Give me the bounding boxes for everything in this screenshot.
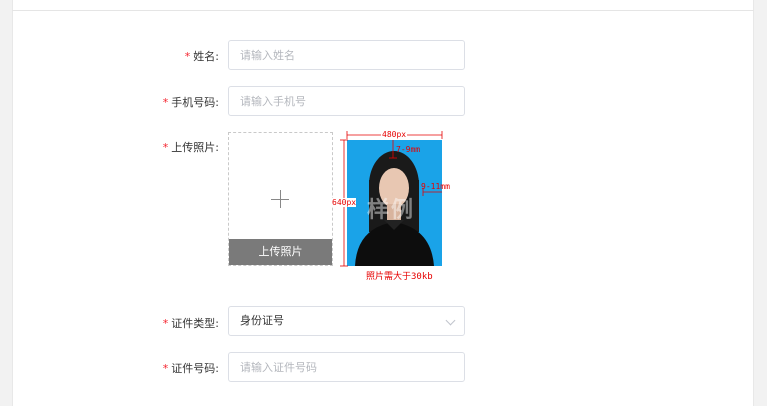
required-mark: * — [162, 362, 169, 375]
id-type-value: 身份证号 — [240, 314, 284, 327]
photo-label-text: 上传照片: — [171, 141, 219, 154]
id-type-select[interactable]: 身份证号 — [228, 306, 465, 336]
id-number-input[interactable] — [228, 352, 465, 382]
id-number-label: * 证件号码: — [163, 360, 219, 376]
phone-label: * 手机号码: — [163, 94, 219, 110]
photo-label: * 上传照片: — [163, 139, 219, 155]
id-number-label-text: 证件号码: — [171, 362, 219, 375]
chevron-down-icon — [445, 315, 456, 326]
phone-label-text: 手机号码: — [171, 96, 219, 109]
required-mark: * — [162, 141, 169, 154]
top-divider — [12, 10, 754, 11]
name-input[interactable] — [228, 40, 465, 70]
sample-caption: 照片需大于30kb — [366, 272, 433, 282]
phone-input[interactable] — [228, 86, 465, 116]
name-label-text: 姓名: — [193, 50, 219, 63]
plus-icon-vertical — [280, 190, 281, 208]
required-mark: * — [162, 317, 169, 330]
sample-width-text: 480px — [381, 130, 408, 139]
id-type-label: * 证件类型: — [163, 315, 219, 331]
photo-upload-box[interactable]: 上传照片 — [228, 132, 333, 266]
required-mark: * — [184, 50, 191, 63]
sample-side-margin-text: 9-11mm — [421, 182, 450, 191]
id-type-label-text: 证件类型: — [171, 317, 219, 330]
required-mark: * — [162, 96, 169, 109]
name-label: * 姓名: — [185, 48, 219, 64]
upload-photo-button[interactable]: 上传照片 — [229, 239, 332, 265]
sample-height-text: 640px — [332, 198, 357, 207]
sample-top-margin-text: 7-9mm — [396, 145, 421, 154]
